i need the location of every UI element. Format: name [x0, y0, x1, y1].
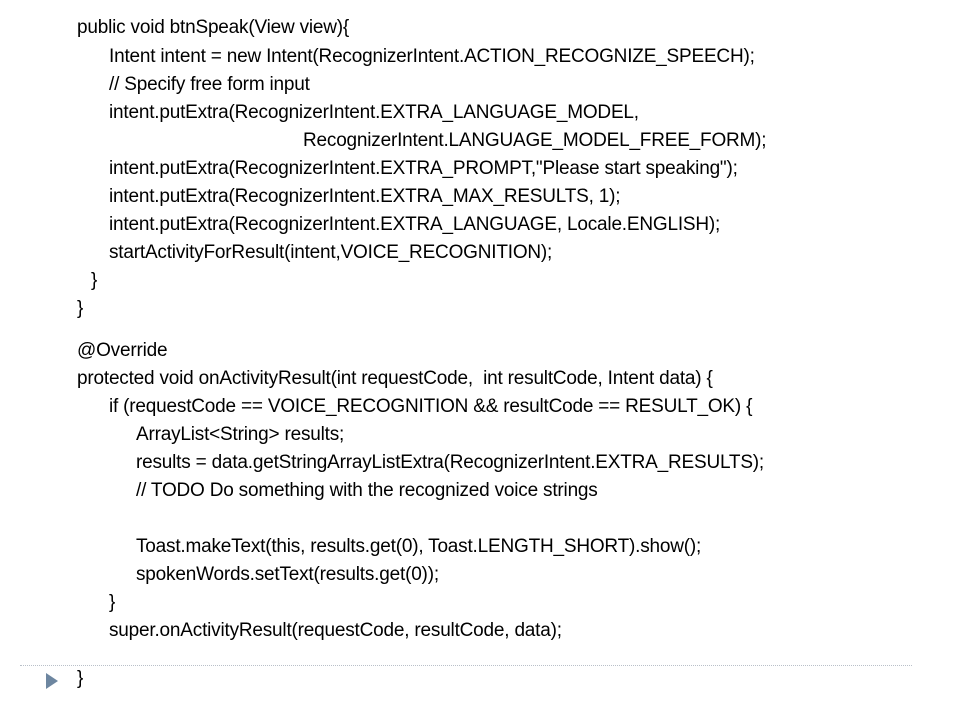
code-comment-line-17: // TODO Do something with the recognized… — [136, 480, 598, 501]
code-line-14: if (requestCode == VOICE_RECOGNITION && … — [109, 396, 753, 417]
code-line-9: startActivityForResult(intent,VOICE_RECO… — [109, 242, 553, 263]
code-line-22: } — [77, 668, 84, 689]
code-line-4: intent.putExtra(RecognizerIntent.EXTRA_L… — [109, 102, 639, 123]
code-line-21: super.onActivityResult(requestCode, resu… — [109, 620, 562, 641]
code-line-19: spokenWords.setText(results.get(0)); — [136, 564, 439, 585]
code-line-5: RecognizerIntent.LANGUAGE_MODEL_FREE_FOR… — [303, 130, 767, 151]
code-comment-line-3: // Specify free form input — [109, 74, 310, 95]
code-line-13: protected void onActivityResult(int requ… — [77, 368, 713, 389]
code-line-1: public void btnSpeak(View view){ — [77, 17, 350, 38]
code-line-2: Intent intent = new Intent(RecognizerInt… — [109, 46, 755, 67]
code-line-20: } — [109, 592, 116, 613]
code-line-7: intent.putExtra(RecognizerIntent.EXTRA_M… — [109, 186, 621, 207]
code-line-18: Toast.makeText(this, results.get(0), Toa… — [136, 536, 702, 557]
code-line-10: } — [91, 270, 98, 291]
code-line-16: results = data.getStringArrayListExtra(R… — [136, 452, 765, 473]
code-slide: public void btnSpeak(View view){ Intent … — [0, 0, 960, 720]
code-line-15: ArrayList<String> results; — [136, 424, 345, 445]
code-line-8: intent.putExtra(RecognizerIntent.EXTRA_L… — [109, 214, 721, 235]
code-line-6: intent.putExtra(RecognizerIntent.EXTRA_P… — [109, 158, 738, 179]
code-annotation-line: @Override — [77, 340, 168, 361]
dotted-divider — [20, 665, 912, 666]
triangle-bullet-icon — [46, 673, 58, 689]
code-line-11: } — [77, 298, 84, 319]
